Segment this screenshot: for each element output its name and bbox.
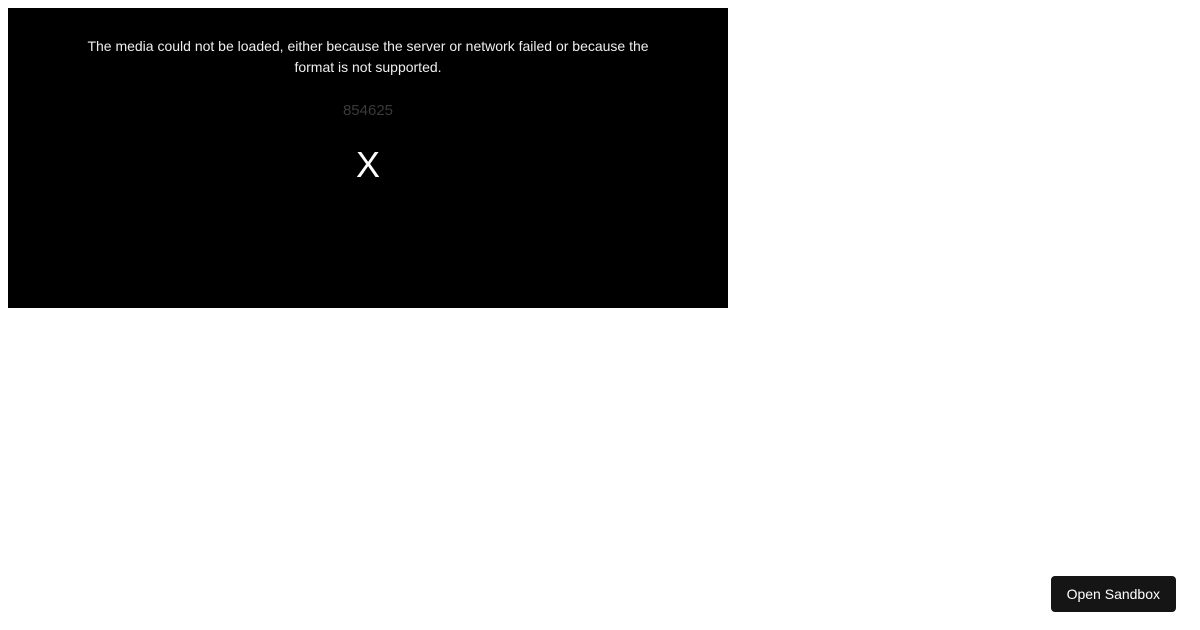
media-error-code: 854625 bbox=[343, 102, 393, 119]
close-icon[interactable]: X bbox=[356, 147, 380, 183]
video-player: The media could not be loaded, either be… bbox=[8, 8, 728, 308]
open-sandbox-button[interactable]: Open Sandbox bbox=[1051, 576, 1176, 612]
media-error-message: The media could not be loaded, either be… bbox=[48, 36, 688, 78]
